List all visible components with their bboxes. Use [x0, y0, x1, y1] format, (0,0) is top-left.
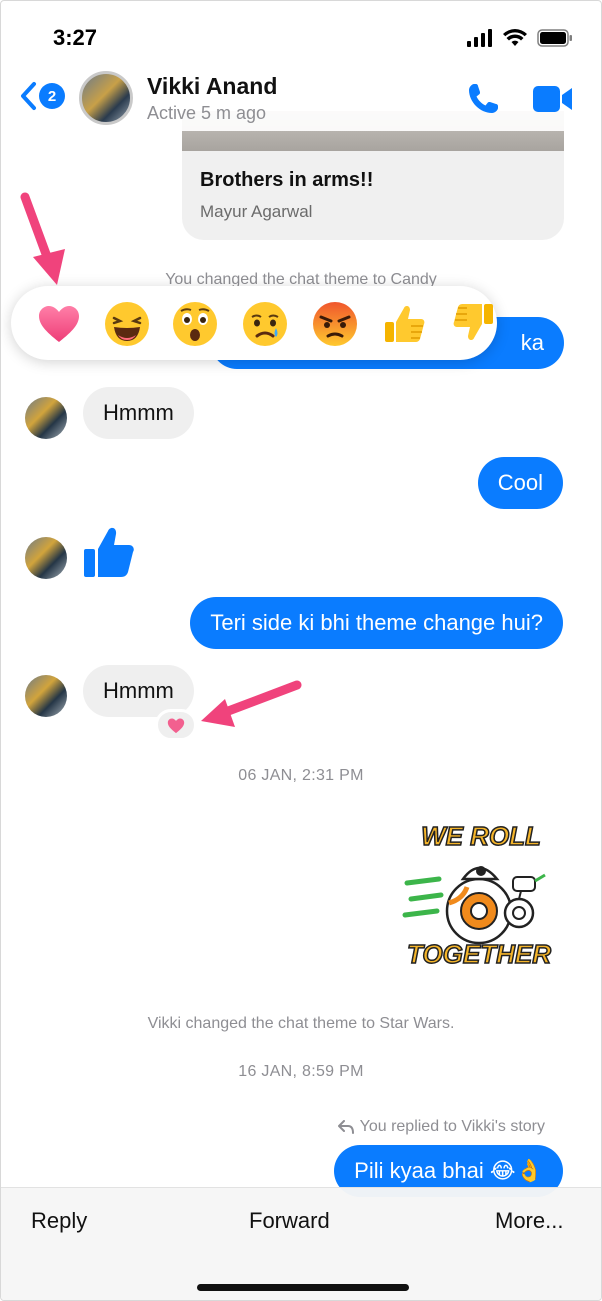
- timestamp: 16 JAN, 8:59 PM: [238, 1063, 364, 1080]
- more-button[interactable]: More...: [495, 1208, 563, 1234]
- video-call-icon[interactable]: [533, 85, 573, 113]
- wow-reaction-icon[interactable]: [171, 300, 219, 348]
- sad-reaction-icon[interactable]: [241, 300, 289, 348]
- contact-avatar-small[interactable]: [25, 537, 67, 579]
- bb8-sticker[interactable]: WE ROLL TOGETHER: [401, 819, 557, 970]
- annotation-arrow-icon: [201, 680, 302, 727]
- contact-avatar-small[interactable]: [25, 675, 67, 717]
- contact-avatar[interactable]: [79, 71, 133, 125]
- thumbs-up-message-icon[interactable]: [83, 525, 135, 579]
- sticker-line-1: WE ROLL: [421, 821, 541, 851]
- shared-post-author: Mayur Agarwal: [200, 202, 313, 221]
- message-reaction-badge[interactable]: [155, 709, 197, 741]
- reaction-picker: [11, 286, 497, 360]
- heart-reaction-icon[interactable]: [35, 300, 83, 348]
- shared-post-title: Brothers in arms!!: [200, 169, 374, 191]
- message-text: ka: [520, 330, 544, 355]
- timestamp: 06 JAN, 2:31 PM: [238, 767, 364, 784]
- forward-button[interactable]: Forward: [249, 1208, 330, 1234]
- cellular-signal-icon: [467, 29, 492, 47]
- status-time: 3:27: [53, 25, 98, 50]
- story-reply-label: You replied to Vikki's story: [337, 1118, 545, 1136]
- status-bar: 3:27: [1, 1, 601, 71]
- sticker-line-2: TOGETHER: [407, 939, 551, 969]
- status-icons: [467, 29, 573, 47]
- chat-screen: 3:27 Brothers in arms!! Mayur Agarwal 2 …: [0, 0, 602, 1301]
- chevron-left-icon: [21, 82, 36, 110]
- message-text: Hmmm: [103, 400, 174, 425]
- message-text: Hmmm: [103, 678, 174, 703]
- reply-button[interactable]: Reply: [31, 1208, 87, 1234]
- incoming-message-bubble[interactable]: Hmmm: [83, 387, 194, 439]
- outgoing-message-bubble[interactable]: Teri side ki bhi theme change hui?: [190, 597, 563, 649]
- system-message-theme-starwars: Vikki changed the chat theme to Star War…: [147, 1015, 455, 1032]
- thumbs-up-reaction-icon[interactable]: [381, 300, 429, 348]
- message-text: Teri side ki bhi theme change hui?: [210, 610, 543, 635]
- unread-count-badge: 2: [39, 83, 65, 109]
- contact-active-status: Active 5 m ago: [147, 103, 267, 123]
- contact-avatar-small[interactable]: [25, 397, 67, 439]
- angry-reaction-icon[interactable]: [311, 300, 359, 348]
- phone-call-icon[interactable]: [465, 81, 501, 117]
- reply-arrow-icon: [337, 1120, 354, 1134]
- chat-header: 2 Vikki Anand Active 5 m ago: [1, 65, 601, 131]
- thumbs-down-reaction-icon[interactable]: [449, 300, 497, 348]
- message-action-toolbar: Reply Forward More...: [1, 1187, 601, 1300]
- laughing-reaction-icon[interactable]: [103, 300, 151, 348]
- contact-name[interactable]: Vikki Anand: [147, 73, 277, 100]
- outgoing-message-bubble[interactable]: Cool: [477, 457, 563, 509]
- wifi-icon: [503, 29, 527, 46]
- message-text: Cool: [497, 470, 543, 495]
- heart-icon: [167, 718, 185, 734]
- reply-hint-text: You replied to Vikki's story: [359, 1118, 545, 1135]
- home-indicator[interactable]: [197, 1284, 409, 1291]
- back-button[interactable]: 2: [19, 81, 65, 111]
- battery-icon: [537, 29, 572, 47]
- message-text: Pili kyaa bhai 😂👌: [354, 1158, 543, 1183]
- annotation-arrow-icon: [20, 192, 65, 285]
